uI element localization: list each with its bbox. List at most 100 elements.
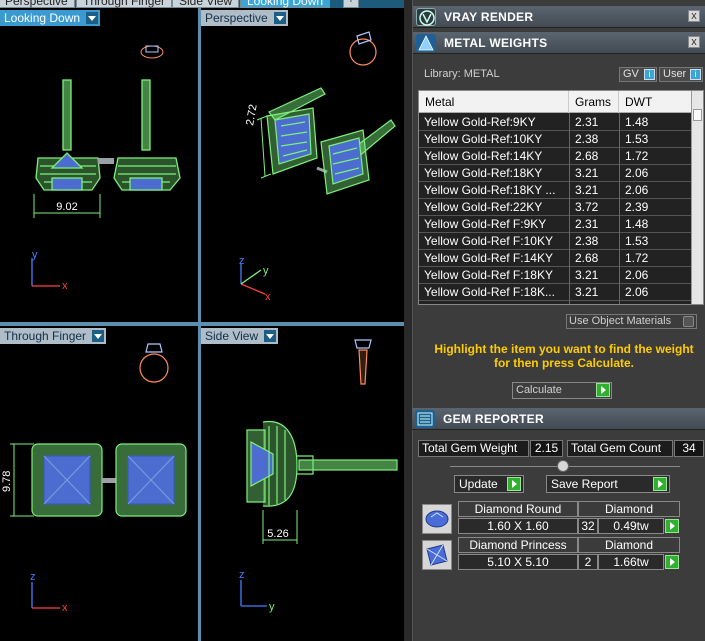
- table-row[interactable]: Yellow Gold-Ref F:18KY 3.21 2.06: [419, 267, 692, 284]
- gem-row[interactable]: Diamond Round Diamond 1.60 X 1.60 32 0.4…: [418, 500, 684, 538]
- axis-label-vertical: z: [30, 571, 36, 583]
- table-row[interactable]: Yellow Gold-Ref F:14KY 2.68 1.72: [419, 250, 692, 267]
- table-row[interactable]: Yellow Gold-Ref:10KY 2.38 1.53: [419, 131, 692, 148]
- axis-gizmo: [31, 582, 60, 609]
- table-row[interactable]: Yellow Gold-Ref:18KY ... 3.21 2.06: [419, 182, 692, 199]
- tab-looking-down[interactable]: Looking Down: [240, 0, 331, 8]
- grams-cell: 3.72: [575, 301, 621, 304]
- viewport-looking-down[interactable]: 9.02 y x Looking Down: [0, 8, 198, 322]
- use-object-materials-checkbox[interactable]: Use Object Materials: [566, 314, 697, 329]
- save-report-button[interactable]: Save Report: [546, 475, 670, 493]
- axis-gizmo: [240, 264, 266, 295]
- viewport-label-perspective[interactable]: Perspective: [201, 10, 288, 26]
- dwt-cell: 1.72: [625, 149, 649, 163]
- gem-reporter-icon: [415, 410, 435, 428]
- dwt-cell: 2.06: [625, 166, 649, 180]
- total-gem-weight-value: 2.15: [530, 440, 563, 457]
- collapse-handle[interactable]: [557, 460, 569, 472]
- chevron-down-icon[interactable]: [273, 12, 286, 24]
- viewport-tab-strip: Perspective Through Finger Side View Loo…: [0, 0, 410, 8]
- viewport-splitter-horizontal[interactable]: [0, 322, 408, 326]
- dwt-cell: 1.48: [625, 115, 649, 129]
- grams-cell: 2.38: [575, 132, 599, 146]
- axis-label-horizontal: x: [62, 602, 68, 614]
- chevron-down-icon[interactable]: [86, 12, 99, 24]
- metal-name-cell: Yellow Gold-Ref:10KY: [424, 132, 543, 146]
- ring-orientation-icon: [349, 31, 377, 66]
- gem-row[interactable]: Diamond Princess Diamond 5.10 X 5.10 2 1…: [418, 536, 684, 574]
- tab-perspective[interactable]: Perspective: [0, 0, 75, 8]
- tab-through-finger[interactable]: Through Finger: [76, 0, 173, 8]
- chevron-down-icon[interactable]: [92, 330, 105, 342]
- stud-left: [266, 87, 326, 175]
- axis-gizmo: [240, 580, 267, 607]
- update-button[interactable]: Update: [454, 475, 524, 493]
- perspective-drawing: 2.72 z x y: [239, 31, 396, 303]
- table-row[interactable]: Yellow Gold-Ref F:18K... 3.21 2.06: [419, 284, 692, 301]
- metal-weights-table[interactable]: Metal Grams DWT Yellow Gold-Ref:9KY 2.31 1…: [418, 90, 704, 305]
- column-header-dwt[interactable]: DWT: [619, 91, 692, 113]
- axis-label-horizontal: y: [269, 601, 275, 613]
- grams-cell: 2.31: [575, 217, 599, 231]
- calculate-button[interactable]: Calculate: [512, 382, 612, 399]
- viewport-label-looking-down[interactable]: Looking Down: [0, 10, 101, 26]
- table-row[interactable]: Yellow Gold-Ref F:9KY 2.31 1.48: [419, 216, 692, 233]
- viewport-side-view[interactable]: 5.26 z y Side View: [201, 326, 404, 641]
- dwt-cell: 2.06: [625, 183, 649, 197]
- gem-size: 5.10 X 5.10: [458, 554, 578, 570]
- table-row[interactable]: Yellow Gold-Ref F:22KY 3.72 2.39: [419, 301, 692, 304]
- viewport-label-side-view[interactable]: Side View: [201, 328, 279, 344]
- table-row[interactable]: Yellow Gold-Ref F:10KY 2.38 1.53: [419, 233, 692, 250]
- grams-cell: 3.21: [575, 183, 599, 197]
- add-tab-button[interactable]: +: [343, 0, 359, 8]
- select-gem-button[interactable]: [665, 519, 679, 533]
- grams-cell: 2.68: [575, 149, 599, 163]
- viewport-label-text: Side View: [205, 329, 259, 343]
- ring-orientation-icon: [354, 339, 372, 385]
- metal-name-cell: Yellow Gold-Ref F:18KY: [424, 268, 553, 282]
- rollout-vray-render[interactable]: VRAY RENDER x: [413, 6, 705, 28]
- select-gem-button[interactable]: [665, 555, 679, 569]
- info-icon: i: [690, 69, 701, 80]
- table-row[interactable]: Yellow Gold-Ref:9KY 2.31 1.48: [419, 114, 692, 131]
- viewport-through-finger[interactable]: 9.78 z x Through Finger: [0, 326, 198, 641]
- gem-count: 32: [578, 518, 598, 534]
- scrollbar-thumb[interactable]: [693, 109, 702, 121]
- connector: [102, 478, 116, 483]
- metal-name-cell: Yellow Gold-Ref F:10KY: [424, 234, 553, 248]
- metal-name-cell: Yellow Gold-Ref:22KY: [424, 200, 543, 214]
- column-header-metal[interactable]: Metal: [419, 91, 569, 113]
- table-row[interactable]: Yellow Gold-Ref:14KY 2.68 1.72: [419, 148, 692, 165]
- side-profile: [246, 420, 398, 507]
- total-gem-count-label: Total Gem Count: [567, 440, 673, 457]
- close-icon[interactable]: x: [688, 36, 700, 48]
- stud-left: [31, 443, 103, 517]
- close-icon[interactable]: x: [688, 10, 700, 22]
- user-toggle[interactable]: User i: [659, 67, 703, 82]
- axis-label-vertical: y: [32, 249, 38, 261]
- checkbox-icon[interactable]: [683, 316, 694, 327]
- table-scrollbar[interactable]: [691, 91, 703, 304]
- dwt-cell: 2.39: [625, 200, 649, 214]
- axis-gizmo: [31, 258, 60, 287]
- viewport-perspective[interactable]: 2.72 z x y Perspective: [201, 8, 404, 322]
- gem-count: 2: [578, 554, 598, 570]
- column-header-grams[interactable]: Grams: [569, 91, 619, 113]
- earring-right: [113, 79, 181, 191]
- dimension-label: 9.02: [56, 201, 77, 213]
- info-icon: i: [644, 69, 655, 80]
- grams-cell: 2.31: [575, 115, 599, 129]
- dimension-label: 9.78: [1, 471, 13, 492]
- table-row[interactable]: Yellow Gold-Ref:22KY 3.72 2.39: [419, 199, 692, 216]
- grams-cell: 3.72: [575, 200, 599, 214]
- rollout-metal-weights[interactable]: METAL WEIGHTS x: [413, 32, 705, 54]
- gv-toggle[interactable]: GV i: [619, 67, 657, 82]
- gem-weight: 0.49tw: [598, 518, 664, 534]
- chevron-down-icon[interactable]: [264, 330, 277, 342]
- viewport-label-through-finger[interactable]: Through Finger: [0, 328, 107, 344]
- stud-right: [320, 119, 396, 195]
- tab-side-view[interactable]: Side View: [172, 0, 240, 8]
- rollout-title: VRAY RENDER: [444, 10, 534, 24]
- table-row[interactable]: Yellow Gold-Ref:18KY 3.21 2.06: [419, 165, 692, 182]
- rollout-gem-reporter[interactable]: GEM REPORTER: [412, 408, 705, 430]
